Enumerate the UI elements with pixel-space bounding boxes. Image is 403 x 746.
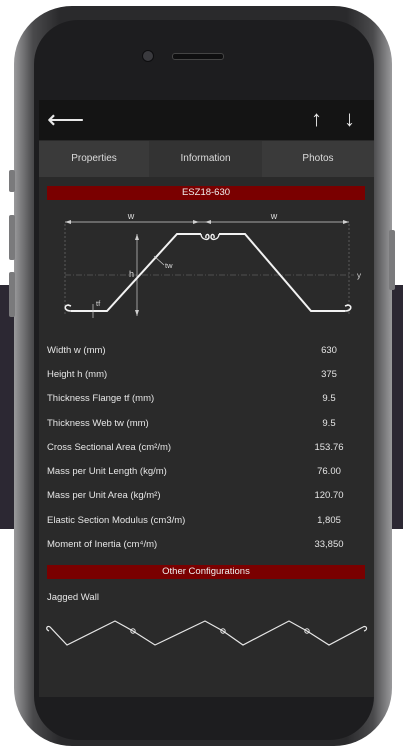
- label-tf: tf: [96, 299, 101, 308]
- mute-switch: [9, 170, 15, 192]
- property-row: Elastic Section Modulus (cm3/m) 1,805: [47, 515, 359, 535]
- property-row: Mass per Unit Length (kg/m) 76.00: [47, 466, 359, 486]
- property-label: Moment of Inertia (cm⁴/m): [47, 539, 158, 550]
- sheet-pile-profile-diagram: w w y h tw tf: [64, 211, 361, 318]
- front-camera: [142, 50, 154, 62]
- property-row: Height h (mm) 375: [47, 369, 359, 389]
- property-label: Thickness Flange tf (mm): [47, 393, 155, 404]
- property-row: Width w (mm) 630: [47, 345, 359, 365]
- property-label: Cross Sectional Area (cm²/m): [47, 442, 172, 453]
- property-value: 9.5: [322, 393, 336, 404]
- profile-outline: [71, 233, 345, 312]
- label-w-left: w: [127, 211, 135, 221]
- property-label: Width w (mm): [47, 345, 106, 356]
- label-h: h: [129, 269, 134, 279]
- section-title: ESZ18-630: [47, 186, 365, 200]
- tab-bar: Properties Information Photos: [39, 141, 374, 177]
- arrow-left-icon[interactable]: ⟵: [47, 104, 84, 134]
- arrow-down-icon[interactable]: ↓: [344, 104, 355, 134]
- property-value: 153.76: [314, 442, 344, 453]
- app-screen: ⟵ ↑ ↓ Properties Information Photos ESZ1…: [39, 100, 374, 697]
- interlock-shape: [200, 233, 220, 241]
- other-configurations-header: Other Configurations: [47, 565, 365, 579]
- property-value: 76.00: [317, 466, 341, 477]
- property-value: 630: [321, 345, 337, 356]
- tab-properties[interactable]: Properties: [39, 141, 149, 177]
- property-label: Mass per Unit Area (kg/m²): [47, 490, 161, 501]
- tab-information[interactable]: Information: [149, 141, 262, 177]
- label-w-right: w: [270, 211, 278, 221]
- property-row: Moment of Inertia (cm⁴/m) 33,850: [47, 539, 359, 559]
- property-label: Mass per Unit Length (kg/m): [47, 466, 167, 477]
- property-row: Mass per Unit Area (kg/m²) 120.70: [47, 490, 359, 510]
- property-label: Height h (mm): [47, 369, 108, 380]
- volume-up-button: [9, 215, 15, 260]
- property-value: 33,850: [314, 539, 344, 550]
- jagged-wall-diagram[interactable]: [45, 613, 369, 653]
- property-label: Thickness Web tw (mm): [47, 418, 149, 429]
- property-row: Cross Sectional Area (cm²/m) 153.76: [47, 442, 359, 462]
- earpiece-speaker: [172, 53, 224, 60]
- jagged-wall-outline: [46, 620, 364, 646]
- property-value: 1,805: [317, 515, 341, 526]
- property-label: Elastic Section Modulus (cm3/m): [47, 515, 186, 526]
- arrow-up-icon[interactable]: ↑: [311, 104, 322, 134]
- volume-down-button: [9, 272, 15, 317]
- config-jagged-wall-label[interactable]: Jagged Wall: [47, 592, 99, 603]
- app-bar: ⟵ ↑ ↓: [39, 100, 374, 140]
- property-row: Thickness Web tw (mm) 9.5: [47, 418, 359, 438]
- property-row: Thickness Flange tf (mm) 9.5: [47, 393, 359, 413]
- tab-photos[interactable]: Photos: [262, 141, 374, 177]
- label-y: y: [357, 271, 361, 280]
- property-value: 9.5: [322, 418, 336, 429]
- property-value: 120.70: [314, 490, 344, 501]
- property-value: 375: [321, 369, 337, 380]
- power-button: [389, 230, 395, 290]
- label-tw: tw: [165, 261, 173, 270]
